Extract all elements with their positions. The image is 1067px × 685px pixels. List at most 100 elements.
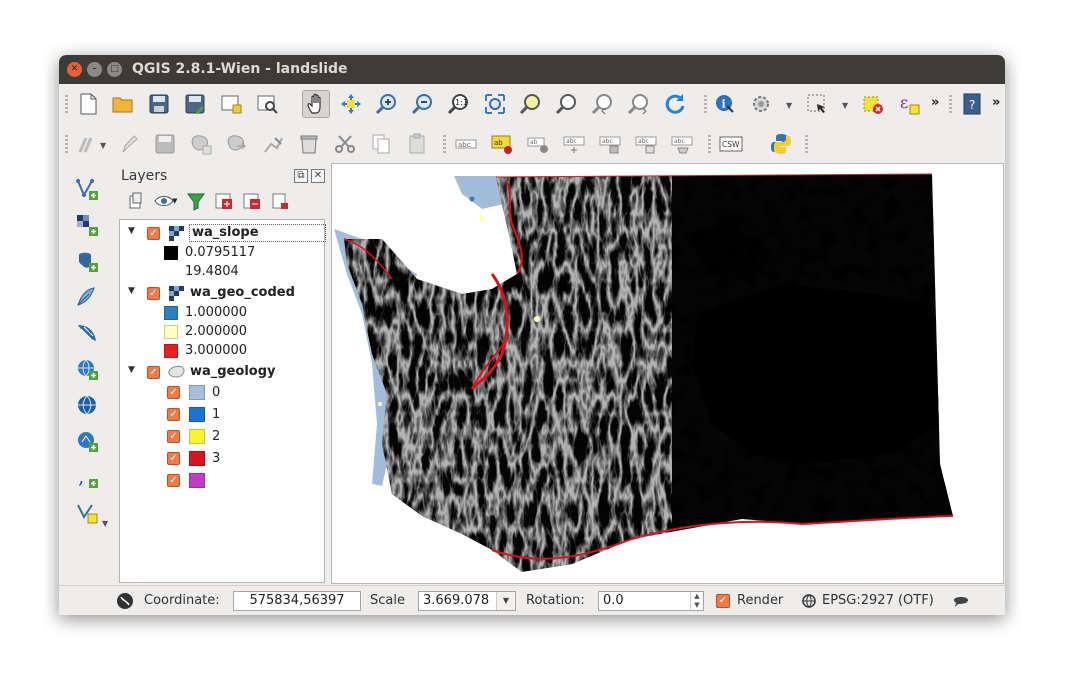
zoom-full-icon[interactable] — [481, 90, 509, 118]
move-label-icon[interactable]: abc — [560, 130, 588, 158]
layer-visibility-checkbox[interactable]: ✓ — [147, 227, 160, 240]
paste-icon[interactable] — [403, 130, 431, 158]
identify-icon[interactable]: i — [711, 90, 739, 118]
expand-arrow-icon[interactable]: ▼ — [128, 286, 135, 296]
filter-icon[interactable] — [186, 191, 206, 211]
category-checkbox[interactable]: ✓ — [167, 452, 180, 465]
layer-row-wa-geo-coded[interactable]: ▼ ✓ wa_geo_coded — [120, 283, 324, 303]
layer-row-wa-slope[interactable]: ▼ ✓ wa_slope — [120, 223, 326, 243]
cut-icon[interactable] — [331, 130, 359, 158]
toolbar-grip[interactable] — [704, 95, 707, 113]
new-print-composer-icon[interactable] — [217, 90, 245, 118]
visibility-eye-icon[interactable] — [154, 191, 174, 211]
copy-icon[interactable] — [367, 130, 395, 158]
render-checkbox[interactable]: ✓ — [716, 594, 730, 608]
open-project-icon[interactable] — [109, 90, 137, 118]
save-as-icon[interactable] — [181, 90, 209, 118]
zoom-next-icon[interactable] — [625, 90, 653, 118]
node-tool-icon[interactable] — [259, 130, 287, 158]
maximize-window-button[interactable]: □ — [107, 62, 122, 77]
new-project-icon[interactable] — [74, 90, 102, 118]
minimize-window-button[interactable]: – — [87, 62, 102, 77]
close-window-button[interactable]: ✕ — [67, 62, 82, 77]
add-feature-icon[interactable] — [187, 130, 215, 158]
toolbar-grip[interactable] — [805, 135, 808, 153]
add-delimited-text-layer-icon[interactable]: , — [73, 463, 101, 491]
toolbar-grip[interactable] — [65, 135, 68, 153]
new-shapefile-layer-icon[interactable] — [73, 499, 101, 527]
deselect-icon[interactable] — [859, 90, 887, 118]
add-postgis-layer-icon[interactable] — [73, 247, 101, 275]
chevron-down-icon[interactable]: ▼ — [496, 592, 515, 610]
crs-globe-icon[interactable] — [802, 594, 816, 612]
zoom-selection-icon[interactable] — [553, 90, 581, 118]
composer-manager-icon[interactable] — [253, 90, 281, 118]
help-icon[interactable]: ? — [958, 90, 986, 118]
pan-to-selection-icon[interactable] — [337, 90, 365, 118]
toolbar-grip[interactable] — [443, 135, 446, 153]
toolbar-grip[interactable] — [949, 95, 952, 113]
add-wcs-layer-icon[interactable] — [73, 391, 101, 419]
map-canvas[interactable] — [331, 163, 1004, 584]
collapse-all-icon[interactable] — [242, 191, 262, 211]
chevron-down-icon[interactable]: ▼ — [786, 101, 792, 110]
layer-visibility-checkbox[interactable]: ✓ — [147, 287, 160, 300]
feature-action-icon[interactable] — [747, 90, 775, 118]
add-raster-layer-icon[interactable] — [73, 211, 101, 239]
label-icon[interactable]: abc — [452, 130, 480, 158]
add-mssql-layer-icon[interactable] — [73, 319, 101, 347]
messages-icon[interactable] — [116, 592, 134, 614]
show-hide-label-icon[interactable]: ab — [524, 130, 552, 158]
layer-visibility-checkbox[interactable]: ✓ — [147, 366, 160, 379]
category-checkbox[interactable]: ✓ — [167, 386, 180, 399]
save-edits-icon[interactable] — [151, 130, 179, 158]
select-icon[interactable] — [803, 90, 831, 118]
label-tool-icon[interactable]: abc — [668, 130, 696, 158]
zoom-actual-icon[interactable]: 1:1 — [445, 90, 473, 118]
close-panel-icon[interactable]: ✕ — [311, 169, 325, 183]
add-spatialite-layer-icon[interactable] — [73, 283, 101, 311]
change-label-icon[interactable]: abc — [632, 130, 660, 158]
add-vector-layer-icon[interactable] — [73, 175, 101, 203]
save-project-icon[interactable] — [145, 90, 173, 118]
expand-arrow-icon[interactable]: ▼ — [128, 226, 135, 236]
category-checkbox[interactable]: ✓ — [167, 474, 180, 487]
chevron-down-icon[interactable]: ▼ — [100, 141, 106, 150]
legend-item[interactable]: ✓ 3 — [120, 449, 324, 469]
spin-arrows-icon[interactable]: ▲ ▼ — [690, 592, 703, 610]
add-wfs-layer-icon[interactable] — [73, 427, 101, 455]
pin-label-icon[interactable]: ab — [488, 130, 516, 158]
zoom-in-icon[interactable] — [373, 90, 401, 118]
rotation-spinbox[interactable]: 0.0 ▲ ▼ — [598, 591, 704, 611]
message-log-icon[interactable] — [953, 594, 969, 612]
zoom-layer-icon[interactable] — [517, 90, 545, 118]
more-tools-chevron[interactable]: » — [992, 95, 1000, 110]
crs-status[interactable]: EPSG:2927 (OTF) — [822, 593, 934, 608]
legend-item[interactable]: ✓ 1 — [120, 405, 324, 425]
legend-item[interactable]: ✓ — [120, 471, 324, 491]
more-tools-chevron[interactable]: » — [931, 95, 939, 110]
category-checkbox[interactable]: ✓ — [167, 430, 180, 443]
washington-slope-map[interactable] — [332, 164, 1004, 584]
zoom-last-icon[interactable] — [589, 90, 617, 118]
chevron-down-icon[interactable]: ▼ — [102, 519, 108, 528]
toolbar-grip[interactable] — [708, 135, 711, 153]
rotate-label-icon[interactable]: abc — [596, 130, 624, 158]
add-wms-layer-icon[interactable] — [73, 355, 101, 383]
expand-arrow-icon[interactable]: ▼ — [128, 365, 135, 375]
float-panel-icon[interactable]: ⧉ — [294, 169, 308, 183]
pan-icon[interactable] — [302, 90, 330, 118]
digitize-icon[interactable] — [74, 130, 102, 158]
expand-all-icon[interactable] — [214, 191, 234, 211]
refresh-icon[interactable] — [661, 90, 689, 118]
legend-item[interactable]: ✓ 0 — [120, 383, 324, 403]
zoom-out-icon[interactable] — [409, 90, 437, 118]
coordinate-field[interactable]: 575834,56397 — [233, 591, 361, 611]
layer-row-wa-geology[interactable]: ▼ ✓ wa_geology — [120, 362, 324, 382]
expression-icon[interactable]: ε — [895, 90, 923, 118]
layer-styling-icon[interactable] — [126, 191, 146, 211]
toggle-edit-icon[interactable] — [115, 130, 143, 158]
legend-item[interactable]: ✓ 2 — [120, 427, 324, 447]
delete-selected-icon[interactable] — [295, 130, 323, 158]
csw-icon[interactable]: CSW — [717, 130, 745, 158]
